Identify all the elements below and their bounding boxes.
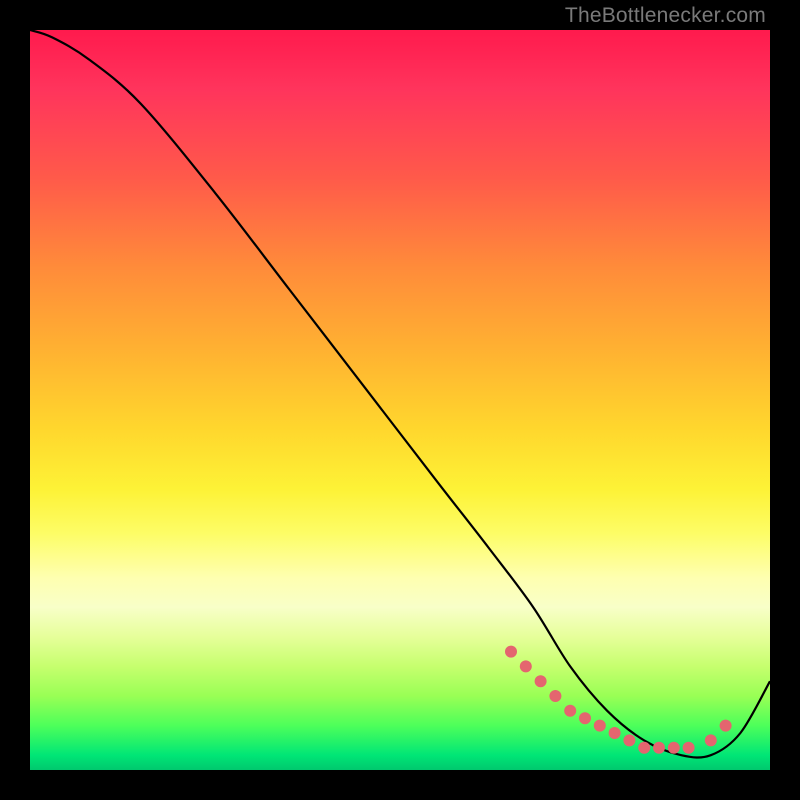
marker-dot bbox=[720, 720, 732, 732]
marker-dot bbox=[549, 690, 561, 702]
marker-dot bbox=[668, 742, 680, 754]
marker-dot bbox=[683, 742, 695, 754]
marker-dot bbox=[579, 712, 591, 724]
marker-dot bbox=[623, 734, 635, 746]
plot-area bbox=[30, 30, 770, 770]
marker-dot bbox=[520, 660, 532, 672]
watermark-text: TheBottlenecker.com bbox=[565, 4, 766, 28]
marker-dot bbox=[535, 675, 547, 687]
marker-dot bbox=[505, 646, 517, 658]
marker-dot bbox=[653, 742, 665, 754]
chart-svg bbox=[30, 30, 770, 770]
marker-dot bbox=[564, 705, 576, 717]
marker-dot bbox=[705, 734, 717, 746]
curve-line bbox=[30, 30, 770, 758]
marker-dot bbox=[638, 742, 650, 754]
marker-dot bbox=[609, 727, 621, 739]
chart-frame: TheBottlenecker.com bbox=[0, 0, 800, 800]
marker-dot bbox=[594, 720, 606, 732]
marker-dots bbox=[505, 646, 732, 754]
